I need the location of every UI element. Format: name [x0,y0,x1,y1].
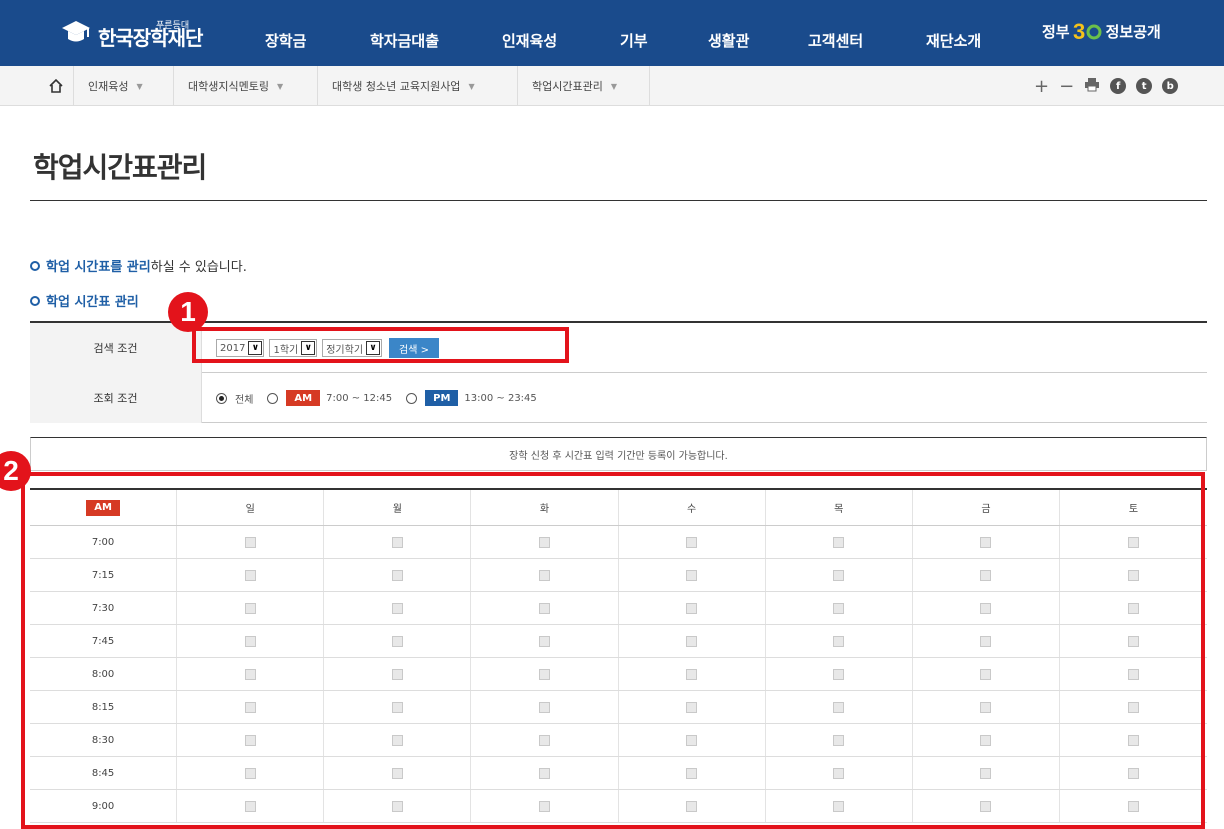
radio-all[interactable] [216,392,227,404]
nav-about[interactable]: 재단소개 [926,30,981,51]
breadcrumb-level-1[interactable]: 인재육성 ▼ [74,66,174,106]
zoom-out-button[interactable]: − [1059,76,1074,97]
title-divider [30,200,1207,201]
breadcrumb-label: 대학생 청소년 교육지원사업 [332,80,461,93]
caret-down-icon: ▼ [610,81,617,91]
intro-accent: 학업 시간표를 관리 [46,260,151,275]
breadcrumb-level-2[interactable]: 대학생지식멘토링 ▼ [174,66,318,106]
gov-30-logo-icon: 3 [1073,19,1103,44]
intro-text: 학업 시간표를 관리 하실 수 있습니다. [30,256,247,275]
pm-badge: PM [425,390,459,406]
view-row: 조회 조건 전체 AM 7:00 ~ 12:45 PM 13:00 ~ 23:4… [30,373,1207,423]
intro-rest: 하실 수 있습니다. [150,260,247,275]
section-title: 학업 시간표 관리 [46,295,139,310]
nav-dormitory[interactable]: 생활관 [708,30,749,51]
facebook-icon[interactable]: f [1110,78,1127,94]
gov-label: 정부 [1042,22,1070,41]
radio-pm[interactable] [406,392,418,404]
radio-all-label: 전체 [235,394,254,406]
page-tools: + − f t b [1034,66,1179,106]
bullet-icon [30,295,40,306]
am-range: 7:00 ~ 12:45 [326,392,393,404]
section-heading: 학업 시간표 관리 [30,291,139,310]
notice-message: 장학 신청 후 시간표 입력 기간만 등록이 가능합니다. [30,437,1207,471]
view-label: 조회 조건 [30,373,202,423]
breadcrumb-level-4[interactable]: 학업시간표관리 ▼ [518,66,650,106]
nav-scholarship[interactable]: 장학금 [265,30,306,51]
nav-talent[interactable]: 인재육성 [502,30,557,51]
zoom-in-button[interactable]: + [1034,76,1049,97]
am-badge: AM [286,390,321,406]
pm-range: 13:00 ~ 23:45 [464,392,537,404]
gov-info-label: 정보공개 [1105,22,1161,41]
page-title: 학업시간표관리 [33,151,207,184]
nav-customer-center[interactable]: 고객센터 [808,30,863,51]
home-icon[interactable] [38,66,74,106]
highlight-box-1 [192,327,569,363]
bullet-icon [30,260,40,271]
breadcrumb-level-3[interactable]: 대학생 청소년 교육지원사업 ▼ [318,66,518,106]
nav-donation[interactable]: 기부 [620,30,648,51]
breadcrumb-label: 인재육성 [88,80,129,93]
blog-icon[interactable]: b [1162,78,1179,94]
gov-info-disclosure[interactable]: 정부 3 정보공개 [1042,19,1161,44]
search-label: 검색 조건 [30,323,202,373]
view-options: 전체 AM 7:00 ~ 12:45 PM 13:00 ~ 23:45 [216,373,537,423]
breadcrumb: 인재육성 ▼ 대학생지식멘토링 ▼ 대학생 청소년 교육지원사업 ▼ 학업시간표관리 ▼… [0,66,1224,106]
radio-am[interactable] [267,392,279,404]
site-logo[interactable]: 푸른등대 한국장학재단 [60,10,203,54]
svg-text:3: 3 [1073,20,1085,42]
annotation-marker-1: 1 [168,292,208,332]
nav-student-loan[interactable]: 학자금대출 [370,30,439,51]
breadcrumb-label: 학업시간표관리 [532,80,603,93]
graduation-cap-icon [60,16,92,48]
print-icon[interactable] [1084,76,1100,96]
highlight-box-2 [21,472,1205,829]
logo-subtitle: 푸른등대 [156,21,190,31]
caret-down-icon: ▼ [468,81,475,91]
twitter-icon[interactable]: t [1136,78,1153,94]
breadcrumb-label: 대학생지식멘토링 [188,80,269,93]
caret-down-icon: ▼ [136,81,143,91]
top-navigation-bar: 푸른등대 한국장학재단 장학금 학자금대출 인재육성 기부 생활관 고객센터 재… [0,0,1224,66]
caret-down-icon: ▼ [276,81,284,91]
